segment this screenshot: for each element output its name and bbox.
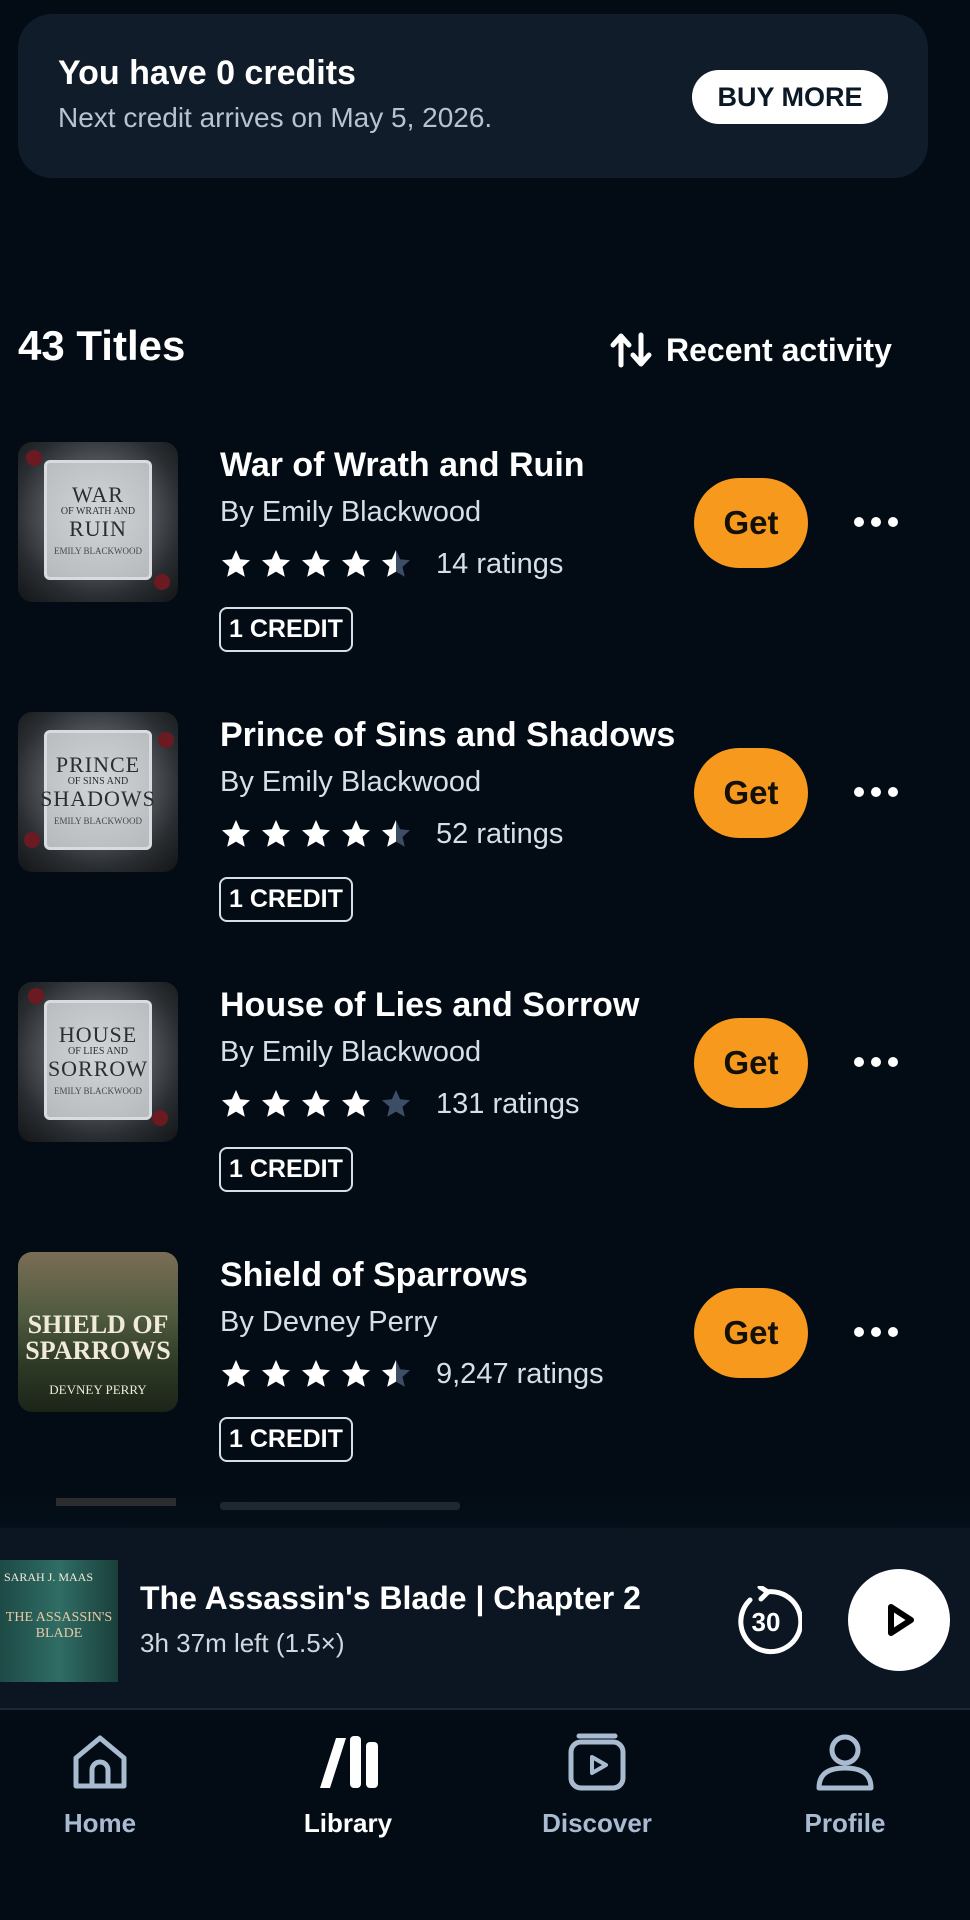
rating: 14 ratings [220,546,563,582]
star-icon [222,1090,250,1117]
star-icon [222,820,250,847]
rewind-30-icon[interactable]: 30 [730,1586,802,1658]
star-icon [342,1360,370,1387]
star-rating [220,1358,420,1390]
star-icon [302,820,330,847]
rating-count: 131 ratings [436,1087,580,1120]
library-icon [320,1736,378,1788]
star-icon [222,550,250,577]
svg-text:30: 30 [752,1607,781,1637]
book-cover[interactable]: HOUSE OF LIES AND SORROW EMILY BLACKWOOD [18,982,178,1142]
rating: 131 ratings [220,1086,580,1122]
star-icon [342,550,370,577]
nav-profile[interactable]: Profile [745,1730,945,1850]
rating: 9,247 ratings [220,1356,604,1392]
titles-count: 43 Titles [18,322,186,369]
star-icon [262,820,290,847]
get-button[interactable]: Get [694,748,808,838]
more-options-icon[interactable] [854,1320,898,1344]
book-author[interactable]: By Emily Blackwood [220,766,481,799]
book-author[interactable]: By Emily Blackwood [220,1036,481,1069]
profile-icon [816,1734,874,1791]
star-icon [382,550,410,577]
credit-badge: 1 CREDIT [219,607,353,652]
get-button[interactable]: Get [694,1018,808,1108]
credit-badge: 1 CREDIT [219,1417,353,1462]
list-item[interactable]: SHIELD OF SPARROWS DEVNEY PERRY Shield o… [0,1252,970,1522]
nav-discover[interactable]: Discover [497,1730,697,1850]
sort-label: Recent activity [666,331,892,368]
nav-discover-label: Discover [542,1808,652,1838]
credits-card: You have 0 credits Next credit arrives o… [18,14,928,178]
book-cover[interactable]: WAR OF WRATH AND RUIN EMILY BLACKWOOD [18,442,178,602]
book-cover[interactable]: PRINCE OF SINS AND SHADOWS EMILY BLACKWO… [18,712,178,872]
nav-home-label: Home [63,1808,137,1838]
nav-library[interactable]: Library [248,1730,448,1850]
sort-button[interactable]: Recent activity [610,330,892,370]
star-icon [342,820,370,847]
player-cover[interactable]: SARAH J. MAAS THE ASSASSIN'S BLADE [0,1560,118,1682]
more-options-icon[interactable] [854,510,898,534]
get-button[interactable]: Get [694,1288,808,1378]
star-rating [220,1088,420,1120]
credit-badge: 1 CREDIT [219,877,353,922]
player-title[interactable]: The Assassin's Blade | Chapter 2 [140,1580,641,1617]
book-author[interactable]: By Devney Perry [220,1306,438,1339]
credit-badge: 1 CREDIT [219,1147,353,1192]
star-rating [220,548,420,580]
book-cover[interactable]: SHIELD OF SPARROWS DEVNEY PERRY [18,1252,178,1412]
sort-arrows-icon [610,332,652,368]
play-button[interactable] [848,1569,950,1671]
star-icon [222,1360,250,1387]
book-author[interactable]: By Emily Blackwood [220,496,481,529]
nav-home[interactable]: Home [0,1730,200,1850]
star-icon [302,1360,330,1387]
book-title[interactable]: Prince of Sins and Shadows [220,716,675,755]
star-icon [302,550,330,577]
book-title[interactable]: House of Lies and Sorrow [220,986,639,1025]
library-screen: You have 0 credits Next credit arrives o… [0,0,970,1920]
rating-count: 52 ratings [436,817,564,850]
star-icon [262,1360,290,1387]
more-options-icon[interactable] [854,1050,898,1074]
rating-count: 14 ratings [436,547,564,580]
discover-icon [568,1733,626,1791]
player-time-left: 3h 37m left (1.5×) [140,1628,345,1658]
list-item[interactable]: HOUSE OF LIES AND SORROW EMILY BLACKWOOD… [0,982,970,1252]
star-icon [262,1090,290,1117]
list-item-partial [0,1488,970,1528]
book-title[interactable]: War of Wrath and Ruin [220,446,585,485]
rating: 52 ratings [220,816,563,852]
credits-title: You have 0 credits [58,54,356,92]
more-options-icon[interactable] [854,780,898,804]
nav-library-label: Library [303,1808,393,1838]
credits-subtitle: Next credit arrives on May 5, 2026. [58,102,493,133]
buy-more-button[interactable]: BUY MORE [692,70,888,124]
bottom-nav: Home Library Discover Profile [0,1708,970,1920]
list-item[interactable]: WAR OF WRATH AND RUIN EMILY BLACKWOOD Wa… [0,442,970,712]
star-icon [382,820,410,847]
star-icon [302,1090,330,1117]
star-icon [342,1090,370,1117]
get-button[interactable]: Get [694,478,808,568]
book-title[interactable]: Shield of Sparrows [220,1256,528,1295]
play-icon [888,1604,914,1636]
star-icon [382,1360,410,1387]
star-icon [262,550,290,577]
nav-profile-label: Profile [804,1808,886,1838]
mini-player[interactable]: SARAH J. MAAS THE ASSASSIN'S BLADE The A… [0,1528,970,1708]
rating-count: 9,247 ratings [436,1357,604,1390]
home-icon [73,1735,127,1789]
star-icon [382,1090,410,1117]
star-rating [220,818,420,850]
list-item[interactable]: PRINCE OF SINS AND SHADOWS EMILY BLACKWO… [0,712,970,982]
